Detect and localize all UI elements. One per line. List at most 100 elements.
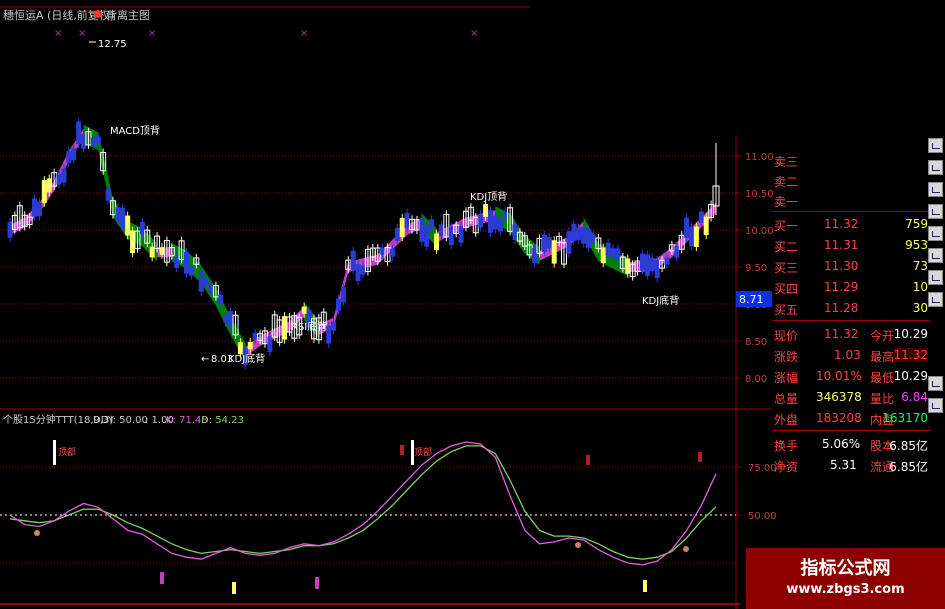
quote-divider — [772, 320, 930, 321]
stat-value: 10.01% — [816, 369, 862, 383]
price-tick-label: 10.50 — [745, 189, 774, 200]
annotation-kdj-bottom: KDJ底背 — [228, 352, 265, 365]
watermark-title: 指标公式网 — [800, 558, 891, 579]
stat-value: 10.29 — [893, 327, 928, 341]
stat-row: 涨幅 10.01% 最低 10.29 — [772, 366, 930, 386]
buy-volume: 953 — [905, 238, 928, 252]
candle-body — [541, 234, 547, 253]
candle-body — [282, 316, 288, 340]
high-marker: 12.75 — [98, 39, 127, 50]
stat-value: 5.31 — [830, 458, 857, 472]
sell-label: 卖二 — [774, 175, 799, 189]
bottom-signal-bar — [643, 580, 647, 592]
bar-icon[interactable] — [928, 182, 943, 197]
main-chart-name: 背离主图 — [106, 8, 150, 22]
buy-row[interactable]: 买二 11.31 953 — [772, 235, 930, 255]
candle-body — [125, 215, 131, 236]
top-signal-mark — [586, 455, 590, 465]
cross-signal-dot — [575, 542, 581, 548]
buy-label: 买一 — [774, 219, 799, 233]
period-mark: × — [148, 28, 156, 39]
stat-label: 外盘 — [774, 413, 799, 427]
stat-value: 6.84 — [901, 390, 928, 404]
buy-row[interactable]: 买四 11.29 10 — [772, 277, 930, 297]
stat-label: 总量 — [774, 392, 799, 406]
chart-icon[interactable] — [928, 138, 943, 153]
list-icon[interactable] — [928, 398, 943, 413]
candle-body — [61, 168, 67, 183]
candle-body — [487, 210, 493, 233]
candle-body — [639, 253, 645, 271]
buy-price: 11.32 — [824, 217, 859, 231]
buy-row[interactable]: 买三 11.30 73 — [772, 256, 930, 276]
candle-body — [615, 248, 621, 261]
candle-body — [394, 227, 400, 241]
line-icon[interactable] — [928, 160, 943, 175]
top-signal-mark — [400, 445, 404, 455]
candle-body — [483, 204, 489, 217]
low-arrow-icon: ← — [201, 354, 209, 365]
buy-price: 11.29 — [824, 280, 859, 294]
grid-icon[interactable] — [928, 204, 943, 219]
candle-body — [198, 270, 204, 292]
candle-body — [115, 207, 121, 222]
buy-row[interactable]: 买一 11.32 759 — [772, 214, 930, 234]
annotation-rsi-bottom: RSI底背 — [291, 320, 327, 333]
pie-icon[interactable] — [928, 376, 943, 391]
buy-label: 买三 — [774, 261, 799, 275]
candle-body — [218, 294, 224, 304]
buy-price: 11.31 — [824, 238, 859, 252]
candle-body — [625, 258, 631, 274]
stat-value: 6.85亿 — [889, 439, 928, 453]
candle-body — [149, 246, 155, 258]
candle-body — [139, 221, 145, 234]
candle-body — [703, 216, 709, 236]
sell-row[interactable]: 卖三 — [772, 150, 930, 170]
candle-body — [478, 214, 484, 228]
buy-row[interactable]: 买五 11.28 30 — [772, 298, 930, 318]
candle-body — [546, 236, 552, 249]
candle-body — [267, 336, 273, 352]
candle-body — [590, 234, 596, 243]
candle-body — [448, 226, 454, 246]
annotation-kdj-bottom-right: KDJ底背 — [642, 294, 679, 307]
candle-body — [424, 226, 430, 247]
stat-label: 现价 — [774, 329, 799, 343]
sell-label: 卖一 — [774, 195, 799, 209]
candle-body — [90, 137, 96, 147]
buy-price: 11.30 — [824, 259, 859, 273]
candle-body — [7, 221, 13, 238]
candle-body — [331, 321, 337, 331]
news-icon[interactable] — [928, 270, 943, 285]
f10-icon[interactable] — [928, 292, 943, 307]
buy-price: 11.28 — [824, 301, 859, 315]
candle-body — [419, 218, 425, 242]
candle-body — [688, 226, 694, 247]
candle-body — [434, 233, 440, 251]
sell-row[interactable]: 卖二 — [772, 170, 930, 190]
annotation-kdj-top: KDJ顶背 — [470, 190, 507, 203]
quote-divider — [772, 430, 930, 431]
indicator-tick-label: 50.00 — [748, 511, 777, 522]
buy-volume: 30 — [912, 301, 928, 315]
stat-value: 1.03 — [834, 348, 861, 362]
info-icon[interactable] — [928, 248, 943, 263]
buy-volume: 759 — [905, 217, 928, 231]
stat-label: 换手 — [774, 439, 799, 453]
ddy-label: DDY: 50.00 — [93, 415, 148, 426]
candle-body — [81, 134, 87, 149]
kline-icon[interactable] — [928, 226, 943, 241]
candle-body — [95, 136, 101, 145]
stat-value: 6.85亿 — [889, 460, 928, 474]
stat-value: 183208 — [816, 411, 862, 425]
candle-body — [41, 179, 47, 203]
candle-body — [237, 342, 243, 355]
candle-body — [130, 230, 136, 254]
sell-label: 卖三 — [774, 155, 799, 169]
buy-volume: 10 — [912, 280, 928, 294]
stat-label: 净资 — [774, 460, 799, 474]
candle-body — [228, 311, 234, 326]
stat-label: 量比 — [870, 392, 895, 406]
sell-row[interactable]: 卖一 — [772, 190, 930, 210]
candle-body — [600, 247, 606, 264]
